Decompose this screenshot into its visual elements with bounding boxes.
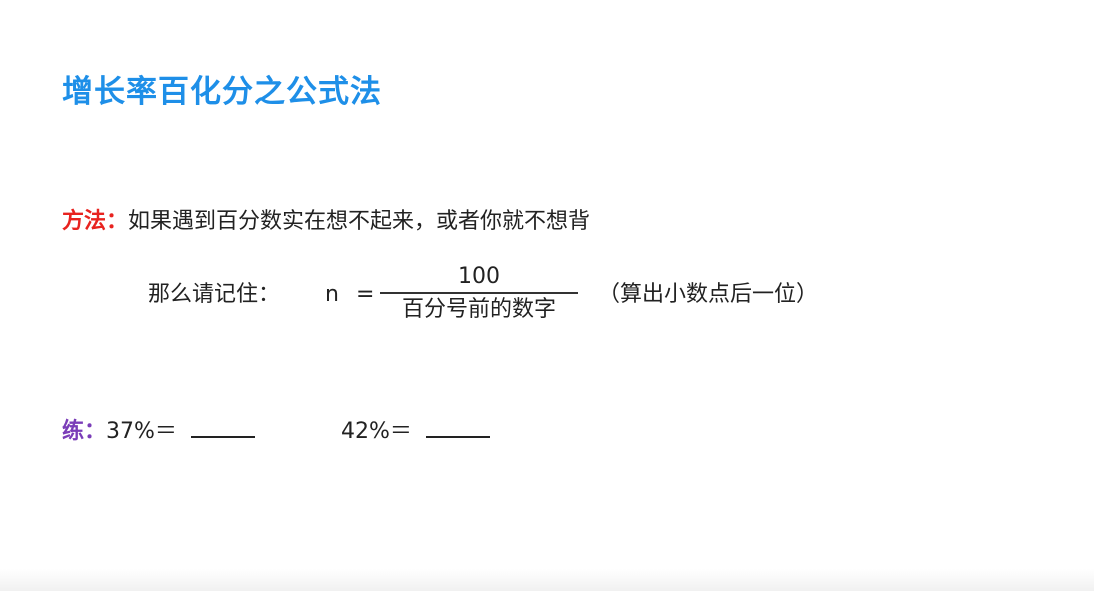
practice-item-1: 37%＝ (106, 419, 177, 444)
practice-item-2-line: 42%＝ (341, 414, 490, 448)
bottom-shade (0, 569, 1094, 591)
slide-title: 增长率百化分之公式法 (62, 74, 382, 110)
practice-item-2: 42%＝ (341, 419, 412, 444)
method-line: 方法：如果遇到百分数实在想不起来，或者你就不想背 (62, 206, 590, 238)
method-label: 方法： (62, 209, 129, 234)
answer-blank-1[interactable] (190, 414, 255, 438)
practice-line: 练：37%＝ (62, 414, 255, 448)
answer-blank-2[interactable] (425, 414, 490, 438)
formula-fraction: 100 百分号前的数字 (380, 262, 578, 325)
fraction-bar (380, 292, 578, 294)
method-text: 如果遇到百分数实在想不起来，或者你就不想背 (128, 209, 591, 234)
fraction-denominator: 百分号前的数字 (401, 296, 556, 322)
fraction-numerator: 100 (458, 264, 500, 289)
formula-equals: = (356, 282, 375, 307)
formula-variable: n (325, 282, 339, 307)
practice-label: 练： (62, 419, 107, 444)
remember-text: 那么请记住： (148, 282, 281, 307)
formula-hint: （算出小数点后一位） (598, 282, 819, 307)
slide: 增长率百化分之公式法 方法：如果遇到百分数实在想不起来，或者你就不想背 那么请记… (0, 0, 1094, 591)
